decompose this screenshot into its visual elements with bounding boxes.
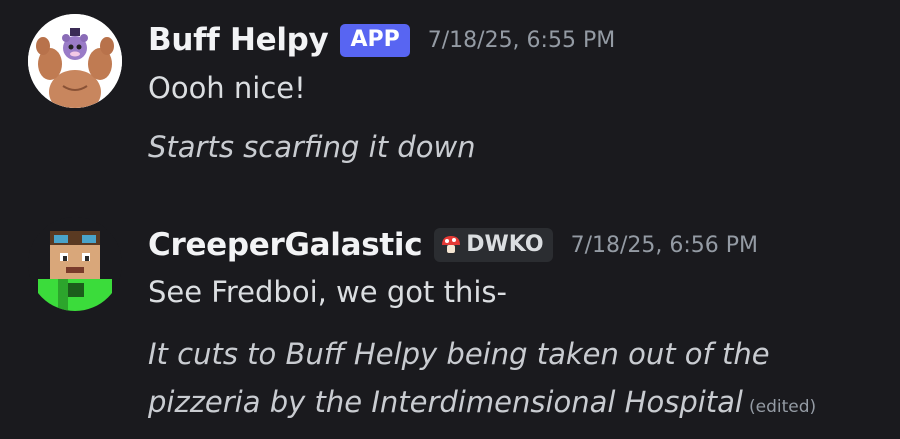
message-text: Oooh nice! xyxy=(148,71,306,105)
message-text-italic-line: pizzeria by the Interdimensional Hospita… xyxy=(148,385,743,419)
message-text-italic: Starts scarfing it down xyxy=(148,130,476,164)
edited-label: (edited) xyxy=(748,397,817,417)
guild-tag-label: DWKO xyxy=(466,232,544,257)
timestamp[interactable]: 7/18/25, 6:56 PM xyxy=(571,233,758,258)
buff-helpy-avatar-icon xyxy=(28,14,122,108)
guild-tag-badge[interactable]: DWKO xyxy=(434,228,553,262)
creeper-avatar-icon xyxy=(28,217,122,311)
message-text-italic: It cuts to Buff Helpy being taken out of… xyxy=(148,337,770,371)
message-header: CreeperGalastic DWKO 7/18/25, 6:56 PM xyxy=(148,227,758,263)
avatar-buff-helpy[interactable] xyxy=(28,14,122,108)
message-text: See Fredboi, we got this- xyxy=(148,275,507,309)
message-text-italic-continued: pizzeria by the Interdimensional Hospita… xyxy=(148,385,816,419)
avatar-creepergalastic[interactable] xyxy=(28,217,122,311)
app-badge: APP xyxy=(340,23,410,57)
message-header: Buff Helpy APP 7/18/25, 6:55 PM xyxy=(148,22,615,58)
username[interactable]: CreeperGalastic xyxy=(148,227,423,263)
mushroom-icon xyxy=(442,236,461,253)
timestamp[interactable]: 7/18/25, 6:55 PM xyxy=(428,28,615,53)
username[interactable]: Buff Helpy xyxy=(148,22,329,58)
